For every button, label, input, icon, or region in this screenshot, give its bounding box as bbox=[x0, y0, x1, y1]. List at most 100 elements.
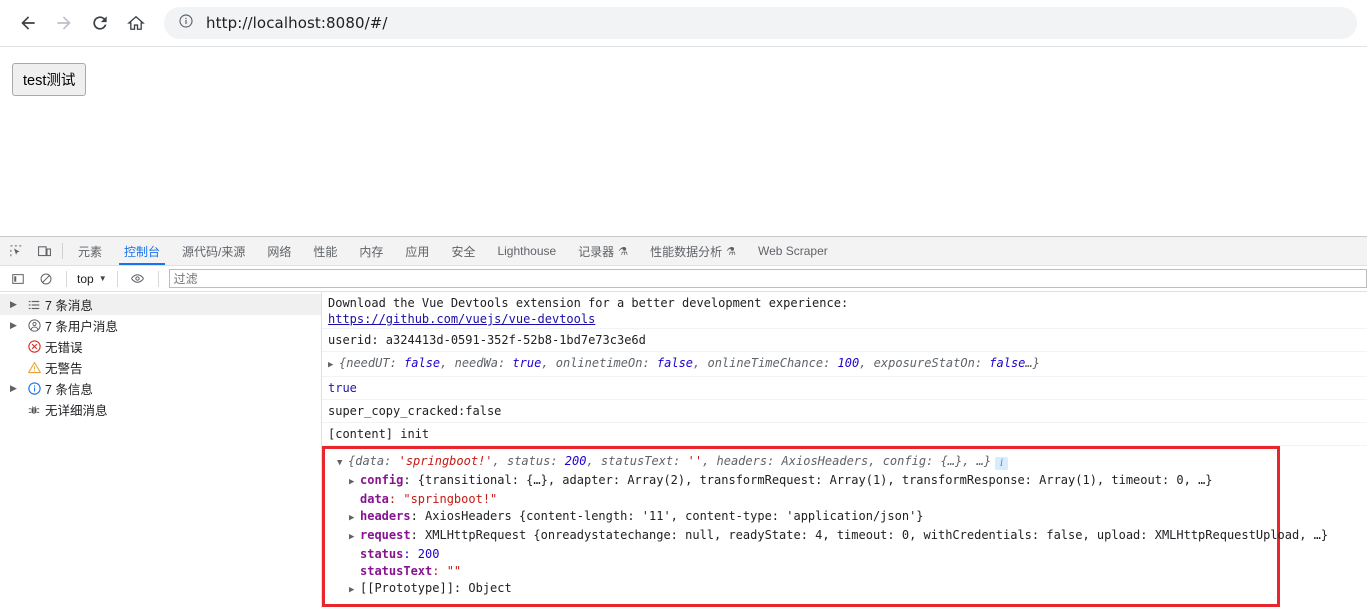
tab-web-scraper[interactable]: Web Scraper bbox=[747, 237, 839, 265]
expand-triangle-icon[interactable]: ▶ bbox=[328, 357, 339, 373]
url-text: http://localhost:8080/#/ bbox=[206, 14, 388, 32]
summary-data-key: data: bbox=[355, 454, 399, 468]
config-onlineTimeChance-value: 100 bbox=[837, 356, 860, 370]
experiment-flask-icon: ⚗ bbox=[618, 245, 629, 258]
console-body: ▶ 7 条消息 ▶ 7 条用户消息 无错误 无警告 ▶ 7 条信息 无详细消息 … bbox=[0, 292, 1367, 608]
reload-icon bbox=[93, 16, 107, 30]
page-viewport: test测试 bbox=[0, 47, 1367, 236]
eye-icon bbox=[131, 274, 144, 283]
sidebar-item-verbose[interactable]: ▶ 无详细消息 bbox=[0, 399, 321, 420]
object-ellipsis: …} bbox=[1025, 356, 1040, 370]
sidebar-item-label: 7 条信息 bbox=[45, 383, 93, 397]
chevron-down-icon: ▼ bbox=[98, 274, 107, 283]
chevron-right-icon[interactable]: ▶ bbox=[10, 384, 23, 393]
sidebar-item-info[interactable]: ▶ 7 条信息 bbox=[0, 378, 321, 399]
warning-icon bbox=[23, 360, 45, 375]
sidebar-item-warnings[interactable]: ▶ 无警告 bbox=[0, 357, 321, 378]
response-row-config[interactable]: ▶ config: {transitional: {…}, adapter: Ar… bbox=[325, 472, 1277, 491]
property-value: : Object bbox=[453, 581, 512, 595]
config-onlinetimeOn-value: false bbox=[656, 356, 694, 370]
info-icon bbox=[23, 381, 45, 396]
expand-triangle-icon[interactable]: ▶ bbox=[349, 474, 360, 491]
boolean-value: true bbox=[328, 381, 357, 395]
console-toolbar: top ▼ bbox=[0, 266, 1367, 292]
expand-triangle-icon[interactable]: ▶ bbox=[349, 510, 360, 527]
response-row-status: status: 200 bbox=[325, 546, 1277, 563]
config-exposureStatOn-value: false bbox=[989, 356, 1026, 370]
info-badge-icon[interactable]: i bbox=[995, 457, 1009, 470]
sidebar-item-label: 无错误 bbox=[45, 341, 83, 355]
vue-devtools-link[interactable]: https://github.com/vuejs/vue-devtools bbox=[328, 312, 595, 326]
inspect-element-button[interactable] bbox=[2, 237, 30, 265]
sidebar-item-all-messages[interactable]: ▶ 7 条消息 bbox=[0, 294, 321, 315]
summary-config-value: {…} bbox=[940, 454, 963, 468]
back-button[interactable] bbox=[10, 5, 46, 41]
forward-button[interactable] bbox=[46, 5, 82, 41]
response-row-headers[interactable]: ▶ headers: AxiosHeaders {content-length: … bbox=[325, 508, 1277, 527]
console-sidebar-toggle-button[interactable] bbox=[4, 272, 32, 286]
home-icon bbox=[127, 15, 145, 30]
live-expression-button[interactable] bbox=[124, 271, 152, 286]
tab-network[interactable]: 网络 bbox=[256, 237, 302, 265]
summary-status-value: 200 bbox=[564, 454, 587, 468]
response-row-request[interactable]: ▶ request: XMLHttpRequest {onreadystatech… bbox=[325, 527, 1328, 546]
tab-memory[interactable]: 内存 bbox=[348, 237, 394, 265]
response-row-prototype[interactable]: ▶ [[Prototype]]: Object bbox=[325, 580, 1277, 599]
summary-headers-key: , headers: bbox=[702, 454, 782, 468]
tabbar-divider bbox=[62, 243, 63, 259]
tab-label: Lighthouse bbox=[497, 244, 557, 258]
property-name: config bbox=[360, 473, 404, 487]
sidebar-item-label: 7 条消息 bbox=[45, 299, 93, 313]
response-summary-line[interactable]: ▼ {data: 'springboot!', status: 200, stat… bbox=[325, 453, 1277, 472]
tab-lighthouse[interactable]: Lighthouse bbox=[486, 237, 567, 265]
test-button[interactable]: test测试 bbox=[12, 63, 87, 96]
console-prompt[interactable]: > bbox=[322, 607, 1367, 608]
tab-application[interactable]: 应用 bbox=[394, 237, 440, 265]
console-sidebar: ▶ 7 条消息 ▶ 7 条用户消息 无错误 无警告 ▶ 7 条信息 无详细消息 bbox=[0, 292, 322, 608]
device-toolbar-button[interactable] bbox=[30, 237, 58, 265]
tab-label: 控制台 bbox=[124, 244, 161, 259]
tab-performance[interactable]: 性能 bbox=[302, 237, 348, 265]
sidebar-item-user-messages[interactable]: ▶ 7 条用户消息 bbox=[0, 315, 321, 336]
console-message-config-object[interactable]: ▶ {needUT: false, needWa: true, onlinetim… bbox=[322, 352, 1367, 377]
summary-statustext-value: '' bbox=[687, 454, 703, 468]
sidebar-item-label: 7 条用户消息 bbox=[45, 320, 118, 334]
device-toolbar-icon bbox=[37, 245, 51, 256]
tab-sources[interactable]: 源代码/来源 bbox=[171, 237, 256, 265]
property-name: statusText bbox=[360, 564, 433, 578]
reload-button[interactable] bbox=[82, 5, 118, 41]
tab-performance-insights[interactable]: 性能数据分析 ⚗ bbox=[639, 237, 747, 265]
summary-headers-value: AxiosHeaders bbox=[781, 454, 869, 468]
chevron-right-icon[interactable]: ▶ bbox=[10, 321, 23, 330]
property-name: [[Prototype]] bbox=[360, 581, 454, 595]
property-value: : "springboot!" bbox=[388, 492, 498, 506]
sidebar-item-label: 无详细消息 bbox=[45, 404, 108, 418]
sidebar-item-errors[interactable]: ▶ 无错误 bbox=[0, 336, 321, 357]
tab-label: 性能数据分析 bbox=[650, 244, 723, 259]
toolbar-divider bbox=[66, 270, 67, 287]
console-filter-input[interactable] bbox=[168, 269, 1367, 288]
collapse-triangle-icon[interactable]: ▼ bbox=[337, 455, 348, 472]
chevron-right-icon[interactable]: ▶ bbox=[10, 300, 23, 309]
console-output[interactable]: Download the Vue Devtools extension for … bbox=[322, 292, 1367, 608]
tab-label: 元素 bbox=[78, 244, 103, 259]
address-bar[interactable]: http://localhost:8080/#/ bbox=[164, 7, 1357, 39]
clear-console-button[interactable] bbox=[32, 272, 60, 286]
summary-statustext-key: , statusText: bbox=[586, 454, 688, 468]
browser-toolbar: http://localhost:8080/#/ bbox=[0, 0, 1367, 47]
tab-recorder[interactable]: 记录器 ⚗ bbox=[567, 237, 639, 265]
tab-console[interactable]: 控制台 bbox=[113, 237, 171, 265]
home-button[interactable] bbox=[118, 5, 154, 41]
execution-context-select[interactable]: top ▼ bbox=[73, 272, 111, 286]
console-message-vue-devtools: Download the Vue Devtools extension for … bbox=[322, 292, 1367, 329]
tab-elements[interactable]: 元素 bbox=[67, 237, 113, 265]
tab-label: 内存 bbox=[359, 244, 384, 259]
expand-triangle-icon[interactable]: ▶ bbox=[349, 582, 360, 599]
response-row-statustext: statusText: "" bbox=[325, 563, 1277, 580]
expand-triangle-icon[interactable]: ▶ bbox=[349, 529, 360, 546]
clear-prohibited-icon bbox=[40, 273, 52, 284]
config-needWa-value: true bbox=[512, 356, 542, 370]
tab-security[interactable]: 安全 bbox=[440, 237, 486, 265]
site-information-icon[interactable] bbox=[178, 13, 194, 34]
tab-label: 安全 bbox=[451, 244, 476, 259]
